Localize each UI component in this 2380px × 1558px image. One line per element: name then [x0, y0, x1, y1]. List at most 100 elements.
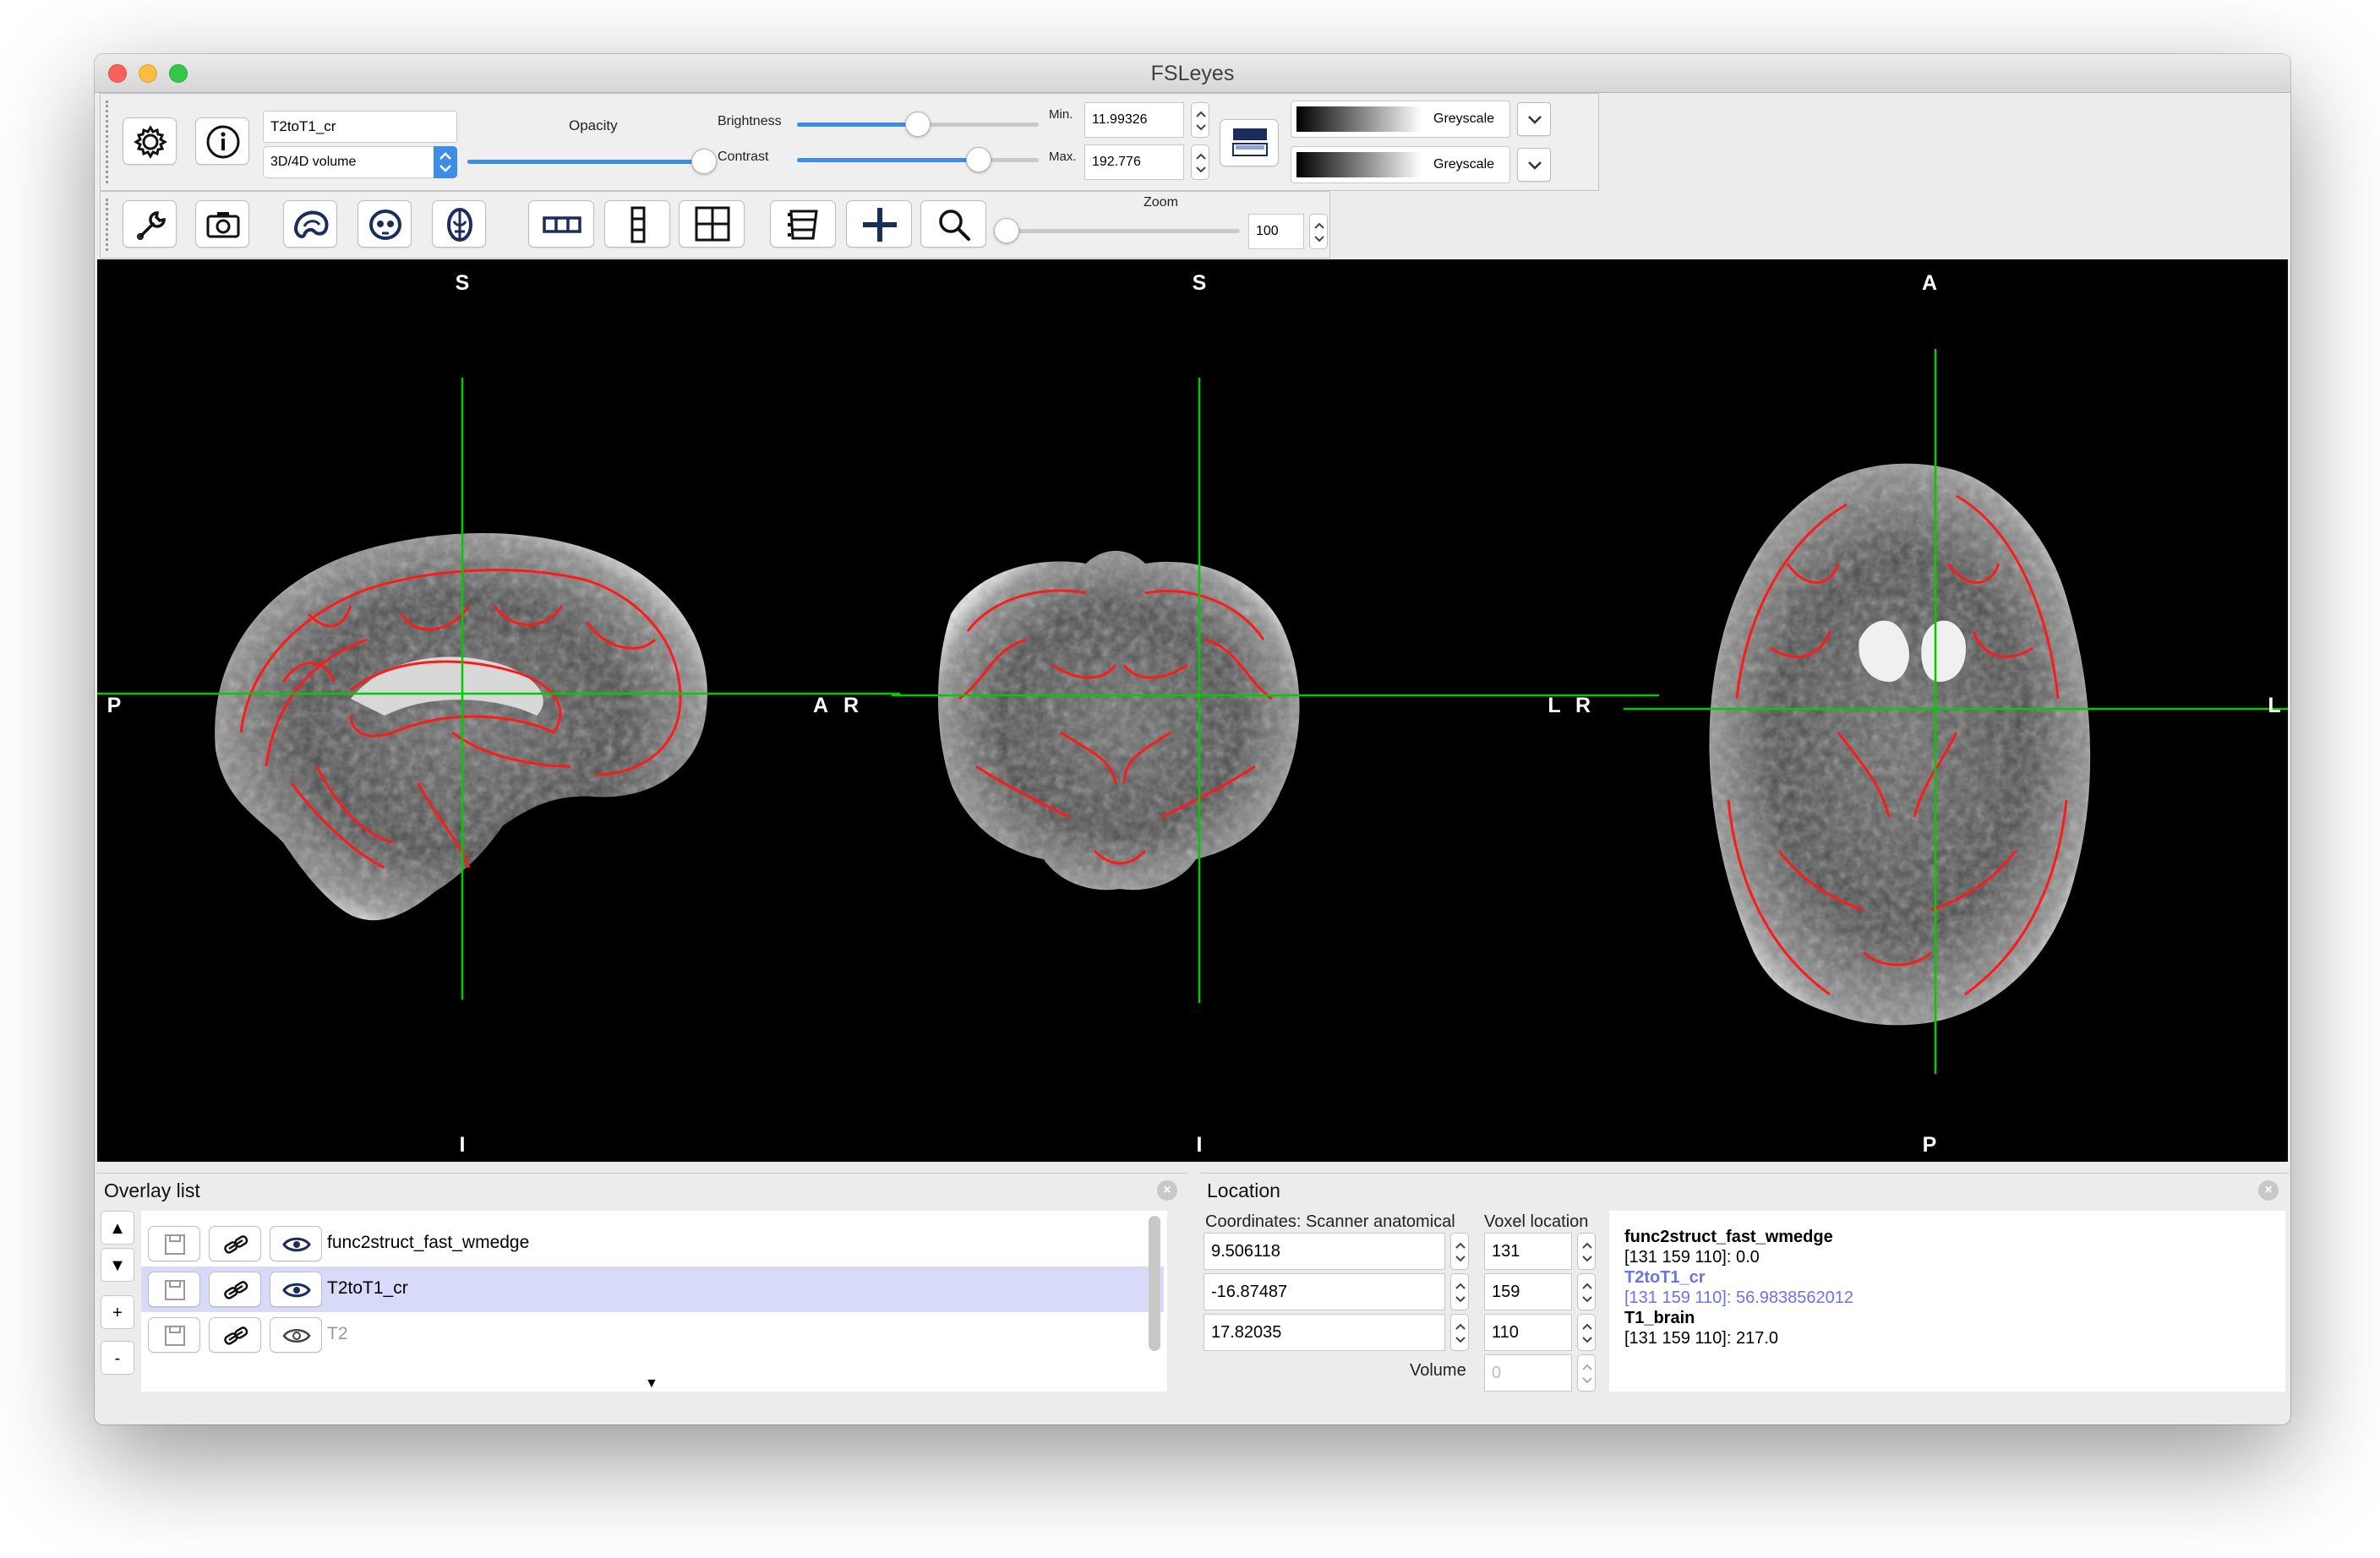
overlay-row-0[interactable]: func2struct_fast_wmedge [141, 1221, 1164, 1267]
overlay-row-2[interactable]: T2 [141, 1312, 1164, 1358]
coronal-brain-icon [369, 210, 401, 240]
min-value-field[interactable]: 11.99326 [1084, 102, 1184, 138]
contrast-slider-track[interactable] [797, 158, 1039, 162]
brain-slices [97, 349, 2288, 1074]
greyscale-gradient-swatch [1296, 152, 1422, 177]
window-title: FSLeyes [1150, 62, 1235, 85]
zoom-label: Zoom [1144, 195, 1178, 210]
max-value-field[interactable]: 192.776 [1084, 144, 1184, 180]
toggle-visibility-button[interactable] [270, 1272, 322, 1307]
toggle-cursor-button[interactable] [846, 200, 912, 248]
voxel-y-stepper[interactable] [1577, 1273, 1596, 1310]
colormap-2-dropdown-button[interactable] [1517, 148, 1551, 182]
coordinates-label: Coordinates: Scanner anatomical [1205, 1212, 1455, 1231]
close-icon[interactable]: × [1157, 1180, 1177, 1201]
contrast-slider-thumb[interactable] [965, 147, 991, 172]
chevron-down-icon [1528, 161, 1542, 170]
overlay-type-value: 3D/4D volume [270, 155, 357, 169]
voxel-z-field[interactable]: 110 [1484, 1314, 1572, 1351]
vertical-layout-button[interactable] [604, 200, 670, 248]
toggle-visibility-button[interactable] [270, 1317, 322, 1353]
remove-overlay-button[interactable]: - [101, 1341, 134, 1375]
save-disk-icon [165, 1234, 185, 1255]
overlay-list[interactable]: func2struct_fast_wmedge T2toT1_cr T2 ▼ [141, 1211, 1167, 1392]
move-overlay-up-button[interactable]: ▲ [101, 1211, 134, 1245]
zoom-slider-track[interactable] [1007, 229, 1240, 233]
overlay-list-panel: Overlay list × ▲ ▼ + - func2struct_fast_… [97, 1173, 1187, 1396]
max-value-stepper[interactable] [1191, 144, 1209, 180]
link-overlay-button[interactable] [209, 1272, 261, 1307]
film-strip-icon [788, 210, 818, 240]
screenshot-button[interactable] [195, 200, 249, 248]
colormap-1-value: Greyscale [1433, 112, 1495, 126]
sagittal-right-label: A [812, 694, 829, 717]
coordinate-z-stepper[interactable] [1450, 1314, 1469, 1351]
zoom-tool-button[interactable] [920, 200, 986, 248]
opacity-slider-track[interactable] [467, 160, 704, 164]
stepper-arrows-icon [1455, 1323, 1466, 1343]
save-overlay-button[interactable] [148, 1317, 200, 1353]
scroll-down-indicator-icon: ▼ [645, 1376, 658, 1391]
view-settings-button[interactable] [123, 200, 177, 248]
brightness-slider-thumb[interactable] [905, 112, 931, 137]
invert-colormap-button[interactable] [1220, 119, 1279, 166]
toggle-coronal-button[interactable] [358, 200, 412, 248]
coordinate-x-stepper[interactable] [1450, 1233, 1469, 1270]
save-overlay-button[interactable] [148, 1226, 200, 1261]
move-overlay-down-button[interactable]: ▼ [101, 1248, 134, 1282]
voxel-z-stepper[interactable] [1577, 1314, 1596, 1351]
location-info-panel: func2struct_fast_wmedge [131 159 110]: 0… [1609, 1211, 2285, 1392]
link-overlay-button[interactable] [209, 1226, 261, 1261]
location-panel: Location × Coordinates: Scanner anatomic… [1200, 1173, 2289, 1396]
horizontal-layout-button[interactable] [528, 200, 594, 248]
volume-field[interactable]: 0 [1484, 1354, 1572, 1392]
zoom-slider-thumb[interactable] [994, 218, 1019, 243]
brightness-label: Brightness [718, 114, 782, 128]
overlay-list-scrollbar[interactable] [1149, 1216, 1160, 1351]
stepper-arrows-icon [1196, 153, 1206, 173]
voxel-x-field[interactable]: 131 [1484, 1233, 1572, 1270]
axial-top-label: A [1921, 271, 1938, 295]
overlay-type-select[interactable]: 3D/4D volume [263, 146, 457, 178]
voxel-y-field[interactable]: 159 [1484, 1273, 1572, 1310]
horizontal-layout-icon [543, 216, 581, 233]
eye-icon [282, 1283, 311, 1298]
overlay-name: T2toT1_cr [327, 1278, 408, 1298]
stepper-arrows-icon [1455, 1242, 1466, 1262]
ortho-view-canvas[interactable]: S I P A S I R L A P R L [97, 259, 2288, 1162]
voxel-x-stepper[interactable] [1577, 1233, 1596, 1270]
opacity-slider-thumb[interactable] [691, 149, 717, 174]
toggle-sagittal-button[interactable] [283, 200, 337, 248]
info-overlay-value: [131 159 110]: 217.0 [1624, 1329, 1779, 1348]
min-value-stepper[interactable] [1191, 102, 1209, 138]
toolbar-grip[interactable] [106, 199, 111, 251]
colormap-2-select[interactable]: Greyscale [1291, 146, 1510, 183]
toolbar-grip[interactable] [106, 101, 111, 183]
overlay-name-field[interactable]: T2toT1_cr [263, 111, 457, 143]
close-icon[interactable]: × [2258, 1180, 2279, 1201]
contrast-slider-fill [797, 158, 979, 162]
zoom-value-field[interactable]: 100 [1248, 214, 1304, 249]
coordinate-y-stepper[interactable] [1450, 1273, 1469, 1310]
save-overlay-button[interactable] [148, 1272, 200, 1307]
coordinate-y-field[interactable]: -16.87487 [1204, 1273, 1445, 1310]
info-overlay-name: T1_brain [1624, 1309, 1695, 1327]
link-overlay-button[interactable] [209, 1317, 261, 1353]
grid-layout-icon [695, 206, 730, 242]
volume-stepper[interactable] [1577, 1354, 1596, 1392]
overlay-row-1-selected[interactable]: T2toT1_cr [141, 1267, 1164, 1312]
info-icon [206, 125, 240, 159]
display-settings-button[interactable] [123, 117, 177, 165]
fsleyes-window: FSLeyes T2toT1_cr 3D/4D volume Opacity B… [95, 54, 2290, 1425]
toggle-axial-button[interactable] [432, 200, 486, 248]
overlay-info-button[interactable] [195, 117, 249, 165]
grid-layout-button[interactable] [679, 200, 745, 248]
coordinate-x-field[interactable]: 9.506118 [1204, 1233, 1445, 1270]
colormap-1-select[interactable]: Greyscale [1291, 101, 1510, 138]
colormap-1-dropdown-button[interactable] [1517, 102, 1551, 136]
add-overlay-button[interactable]: + [101, 1295, 134, 1329]
zoom-stepper[interactable] [1309, 214, 1328, 249]
coordinate-z-field[interactable]: 17.82035 [1204, 1314, 1445, 1351]
toggle-visibility-button[interactable] [270, 1226, 322, 1261]
movie-mode-button[interactable] [770, 200, 836, 248]
